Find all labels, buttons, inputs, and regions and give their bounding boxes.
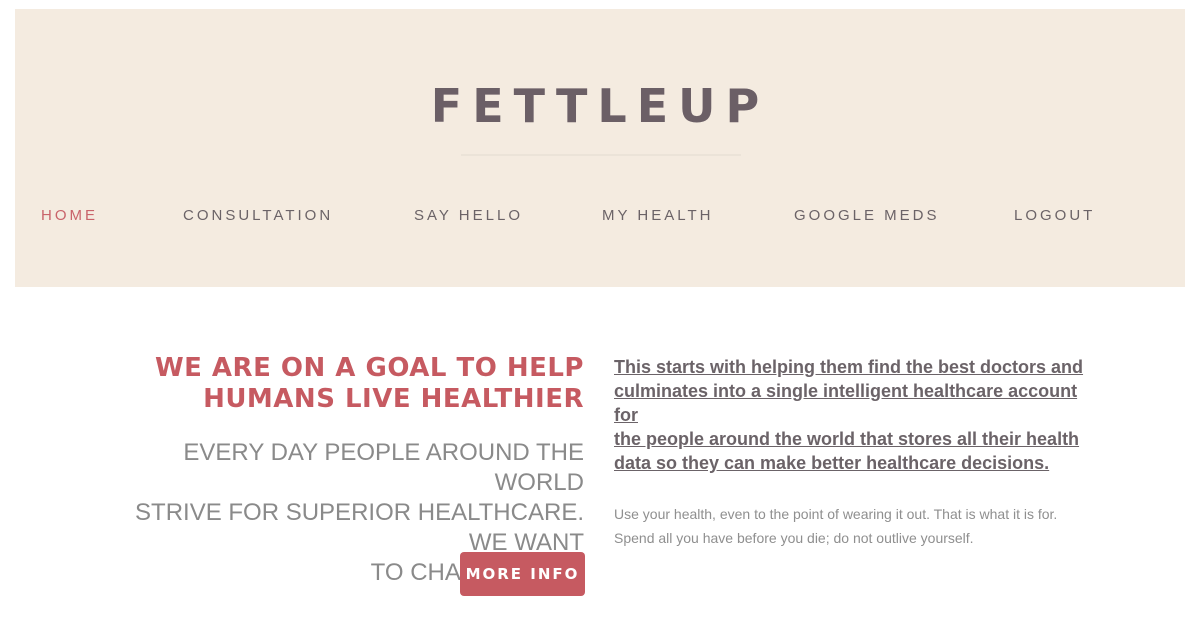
lead-line: data so they can make better healthcare … [614,453,1050,473]
site-header: FETTLEUP HOME CONSULTATION SAY HELLO MY … [15,9,1185,287]
quote-line: Spend all you have before you die; do no… [614,530,974,546]
nav-item-logout[interactable]: LOGOUT [1014,207,1095,224]
nav-item-my-health[interactable]: MY HEALTH [602,207,713,224]
lead-line: This starts with helping them find the b… [614,357,1084,377]
hero-subhead-line: EVERY DAY PEOPLE AROUND THE WORLD [183,439,584,496]
hero-headline-line: HUMANS LIVE HEALTHIER [203,384,584,414]
hero-subhead-line: STRIVE FOR SUPERIOR HEALTHCARE. WE WANT [135,499,584,556]
health-quote: Use your health, even to the point of we… [614,502,1084,550]
nav-item-google-meds[interactable]: GOOGLE MEDS [794,207,940,224]
nav-item-home[interactable]: HOME [41,207,98,224]
hero-headline: WE ARE ON A GOAL TO HELP HUMANS LIVE HEA… [100,353,584,415]
lead-line: culminates into a single intelligent hea… [614,381,1078,425]
main-nav: HOME CONSULTATION SAY HELLO MY HEALTH GO… [41,207,1181,227]
hero-headline-line: WE ARE ON A GOAL TO HELP [154,353,584,383]
more-info-button[interactable]: MORE INFO [460,552,585,596]
hero-right: This starts with helping them find the b… [614,355,1084,550]
lead-line: the people around the world that stores … [614,429,1080,449]
logo-divider [461,154,741,156]
nav-item-consultation[interactable]: CONSULTATION [183,207,333,224]
quote-line: Use your health, even to the point of we… [614,506,1058,522]
site-logo[interactable]: FETTLEUP [15,79,1185,133]
lead-link[interactable]: This starts with helping them find the b… [614,355,1084,475]
nav-item-say-hello[interactable]: SAY HELLO [414,207,523,224]
